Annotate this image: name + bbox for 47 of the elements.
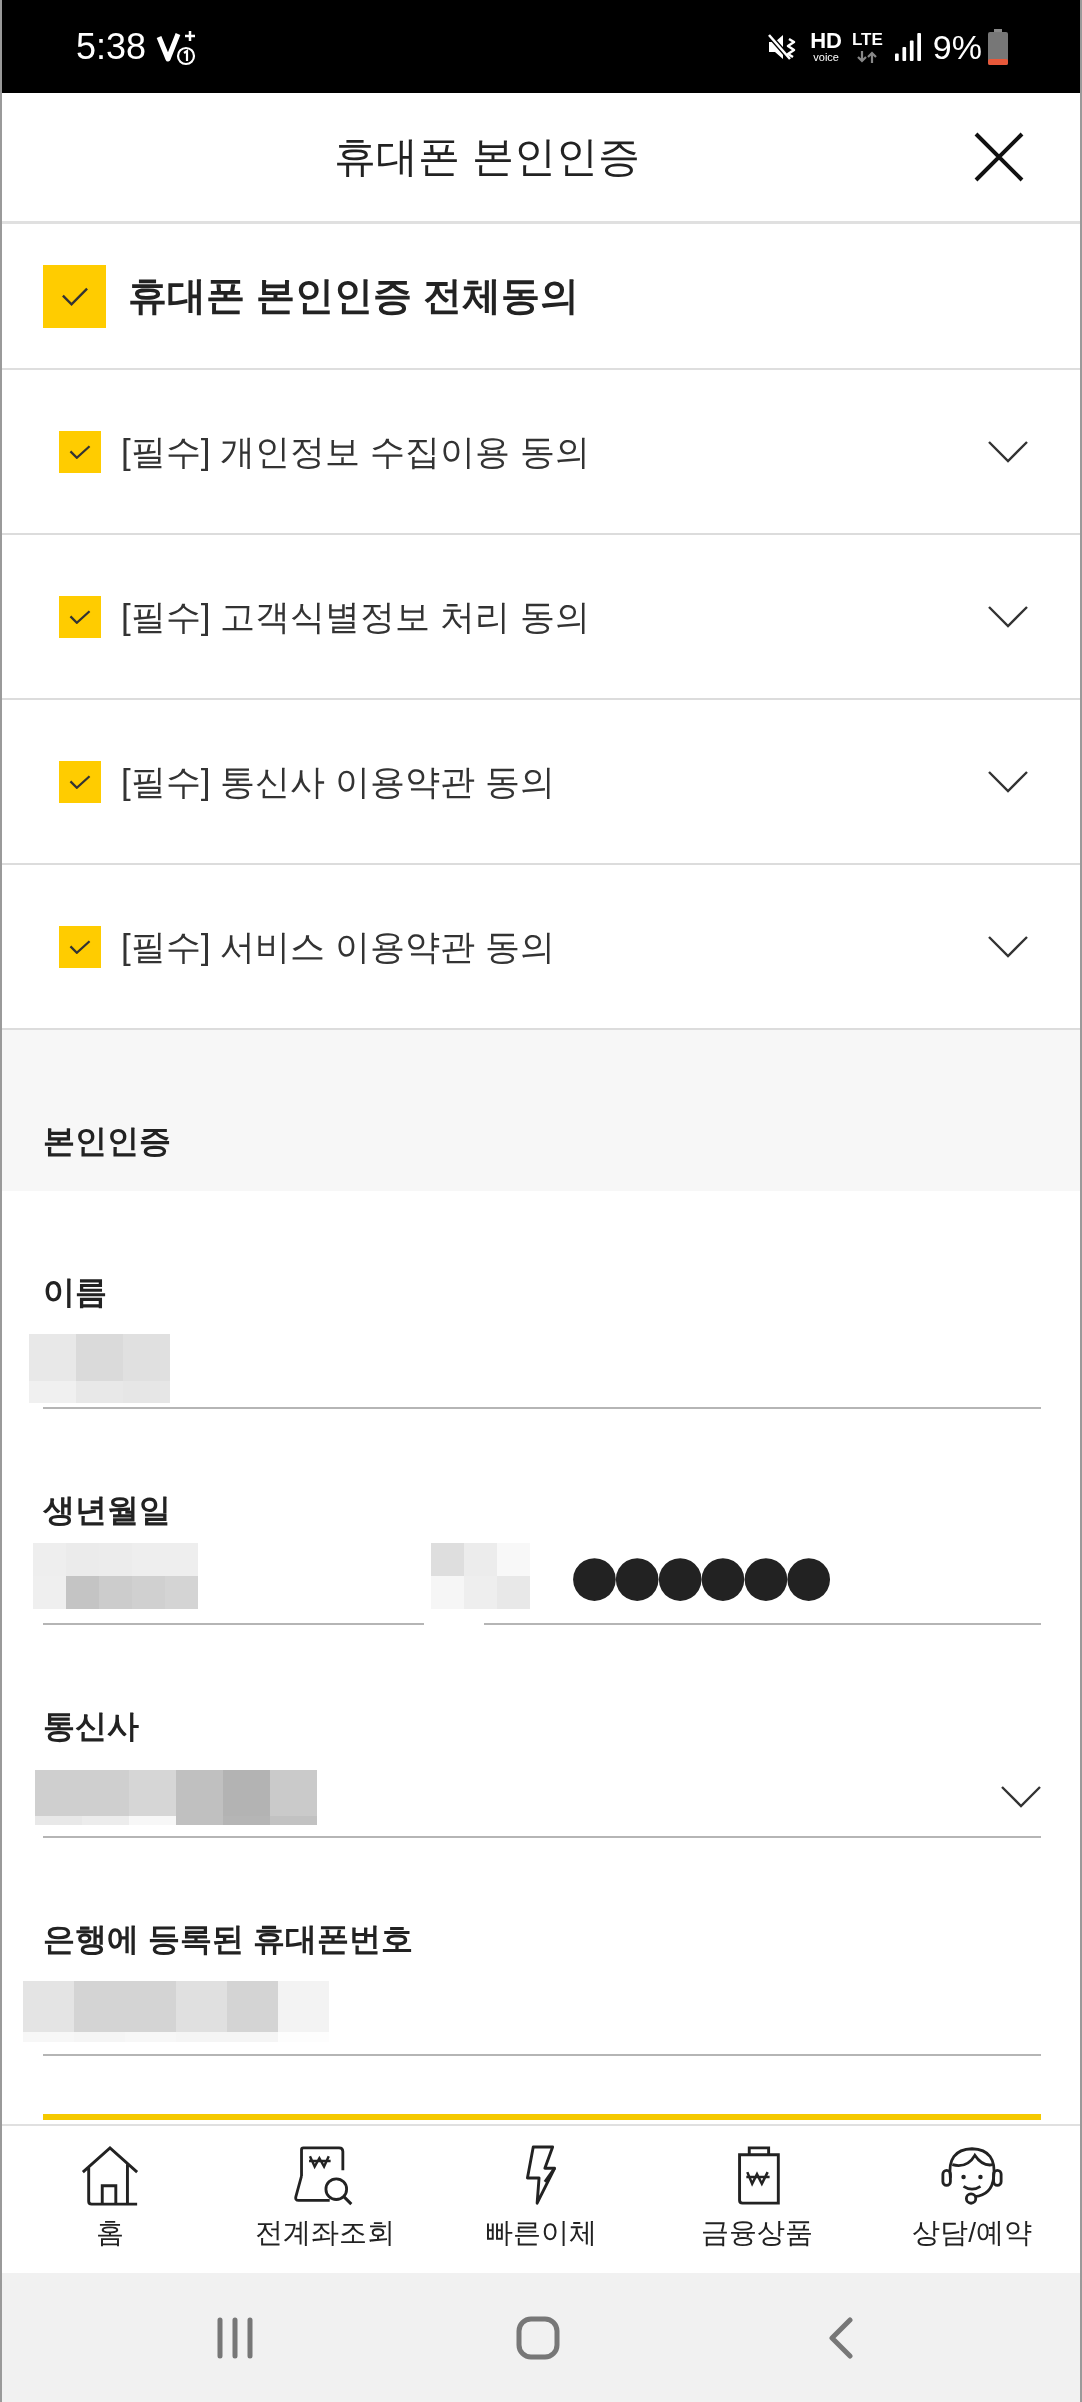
input-field[interactable]: ●●●●●●	[431, 1543, 1041, 1625]
checkmark-icon	[60, 286, 89, 306]
battery-percent: 9%	[932, 26, 982, 67]
field-label: 이름	[43, 1273, 107, 1312]
voice-label: voice	[813, 50, 839, 63]
nav-tab[interactable]: 금융상품	[648, 2126, 865, 2273]
chevron-down-icon[interactable]	[988, 770, 1028, 793]
checkmark-icon	[69, 444, 91, 459]
close-icon	[974, 132, 1024, 182]
battery-icon	[988, 28, 1008, 65]
checkmark-icon	[69, 609, 91, 624]
agreement-label[interactable]: [필수] 통신사 이용약관 동의	[121, 759, 555, 804]
home-button-icon[interactable]	[515, 2315, 560, 2360]
nav-tab[interactable]: 빠른이체	[433, 2126, 649, 2273]
agreement-label[interactable]: [필수] 개인정보 수집이용 동의	[121, 429, 590, 474]
checkmark-icon	[69, 939, 91, 954]
checkmark-icon	[69, 774, 91, 789]
chevron-down-icon[interactable]	[988, 605, 1028, 628]
nav-tab[interactable]: 홈	[2, 2126, 218, 2273]
nav-tab[interactable]: 전계좌조회	[217, 2126, 434, 2273]
agree-all-label[interactable]: 휴대폰 본인인증 전체동의	[128, 272, 579, 320]
headset-face-icon	[941, 2145, 1004, 2207]
recent-apps-icon[interactable]	[215, 2316, 254, 2359]
chevron-down-icon[interactable]	[988, 440, 1028, 463]
field-label: 생년월일	[43, 1491, 171, 1530]
signal-icon	[894, 31, 921, 62]
hd-label: HD	[810, 30, 842, 51]
network-label: LTE	[852, 30, 883, 49]
agreement-label[interactable]: [필수] 서비스 이용약관 동의	[121, 924, 555, 969]
chevron-down-icon	[1001, 1786, 1041, 1808]
close-button[interactable]	[972, 130, 1026, 184]
agreement-label[interactable]: [필수] 고객식별정보 처리 동의	[121, 594, 590, 639]
checkbox[interactable]	[59, 595, 101, 638]
field-label: 은행에 등록된 휴대폰번호	[43, 1920, 413, 1959]
back-icon[interactable]	[827, 2316, 854, 2359]
input-field[interactable]	[20, 1981, 1041, 2056]
screen-title: 휴대폰 본인인증	[334, 132, 640, 182]
checkbox[interactable]	[43, 264, 106, 328]
checkbox[interactable]	[59, 925, 101, 968]
chevron-down-icon[interactable]	[988, 935, 1028, 958]
field-label: 통신사	[43, 1707, 139, 1746]
checkbox[interactable]	[59, 760, 101, 803]
nav-tab[interactable]: 상담/예약	[864, 2126, 1080, 2273]
section-title: 본인인증	[43, 1122, 171, 1161]
data-arrows-icon	[856, 50, 879, 63]
checkbox[interactable]	[59, 430, 101, 473]
status-time: 5:38	[76, 26, 147, 67]
